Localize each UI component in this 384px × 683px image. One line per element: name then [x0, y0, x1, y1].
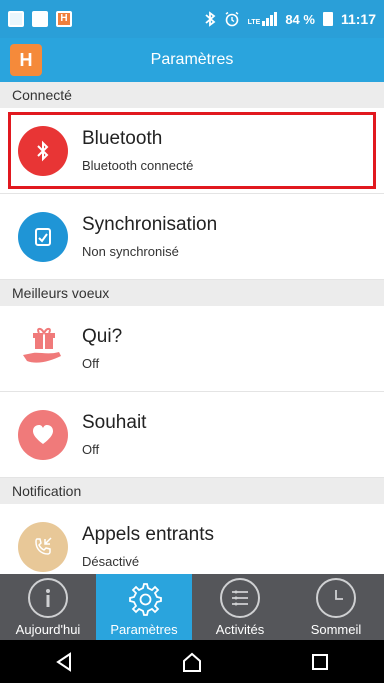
settings-item-synchronisation[interactable]: Synchronisation Non synchronisé: [0, 194, 384, 280]
app-bar: H Paramètres: [0, 38, 384, 82]
system-navigation: [0, 640, 384, 683]
nav-activities[interactable]: Activités: [192, 574, 288, 640]
qui-status: Off: [82, 356, 100, 371]
bluetooth-status: Bluetooth connecté: [82, 158, 194, 173]
gear-icon: [124, 578, 164, 618]
signal-icon: LTE: [248, 12, 278, 26]
status-bar: H LTE 84 % 11:17: [0, 0, 384, 38]
nav-today-label: Aujourd'hui: [15, 622, 81, 637]
souhait-status: Off: [82, 442, 100, 457]
bluetooth-title: Bluetooth: [82, 128, 163, 149]
battery-icon: [322, 12, 333, 26]
phone-incoming-icon: [18, 521, 68, 572]
section-header-connected: Connecté: [0, 82, 384, 108]
heart-icon: [18, 409, 68, 460]
section-header-notification: Notification: [0, 478, 384, 504]
notification-icon: [32, 11, 48, 27]
app-notification-icon: H: [56, 11, 72, 27]
gift-hand-icon: [18, 324, 68, 374]
settings-item-bluetooth[interactable]: Bluetooth Bluetooth connecté: [0, 108, 384, 194]
back-icon[interactable]: [48, 646, 80, 678]
info-icon: [28, 578, 68, 618]
nav-sleep-label: Sommeil: [310, 622, 362, 637]
nav-sleep[interactable]: Sommeil: [288, 574, 384, 640]
alarm-icon: [225, 11, 239, 27]
settings-item-qui[interactable]: Qui? Off: [0, 306, 384, 392]
settings-item-souhait[interactable]: Souhait Off: [0, 392, 384, 478]
clock-time: 11:17: [340, 11, 376, 27]
qui-title: Qui?: [82, 326, 123, 347]
sync-icon: [18, 211, 68, 262]
page-title: Paramètres: [150, 51, 234, 68]
bluetooth-icon: [18, 125, 68, 176]
incoming-calls-title: Appels entrants: [82, 524, 215, 545]
settings-item-incoming-calls[interactable]: Appels entrants Désactivé: [0, 504, 384, 574]
section-header-best-wishes: Meilleurs voeux: [0, 280, 384, 306]
souhait-title: Souhait: [82, 412, 147, 433]
incoming-calls-status: Désactivé: [82, 554, 140, 569]
bottom-navigation: Aujourd'hui Paramètres Activités Sommeil: [0, 574, 384, 640]
battery-percent: 84 %: [285, 11, 315, 27]
home-icon[interactable]: [176, 646, 208, 678]
nav-today[interactable]: Aujourd'hui: [0, 574, 96, 640]
nav-settings[interactable]: Paramètres: [96, 574, 192, 640]
nav-activities-label: Activités: [215, 622, 265, 637]
recent-apps-icon[interactable]: [304, 646, 336, 678]
bluetooth-status-icon: [205, 11, 216, 27]
list-icon: [220, 578, 260, 618]
settings-list[interactable]: Connecté Bluetooth Bluetooth connecté Sy…: [0, 82, 384, 574]
clock-icon: [316, 578, 356, 618]
nav-settings-label: Paramètres: [110, 622, 178, 637]
sync-title: Synchronisation: [82, 214, 218, 235]
app-logo[interactable]: H: [10, 44, 42, 76]
image-notification-icon: [8, 11, 24, 27]
sync-status: Non synchronisé: [82, 244, 179, 259]
